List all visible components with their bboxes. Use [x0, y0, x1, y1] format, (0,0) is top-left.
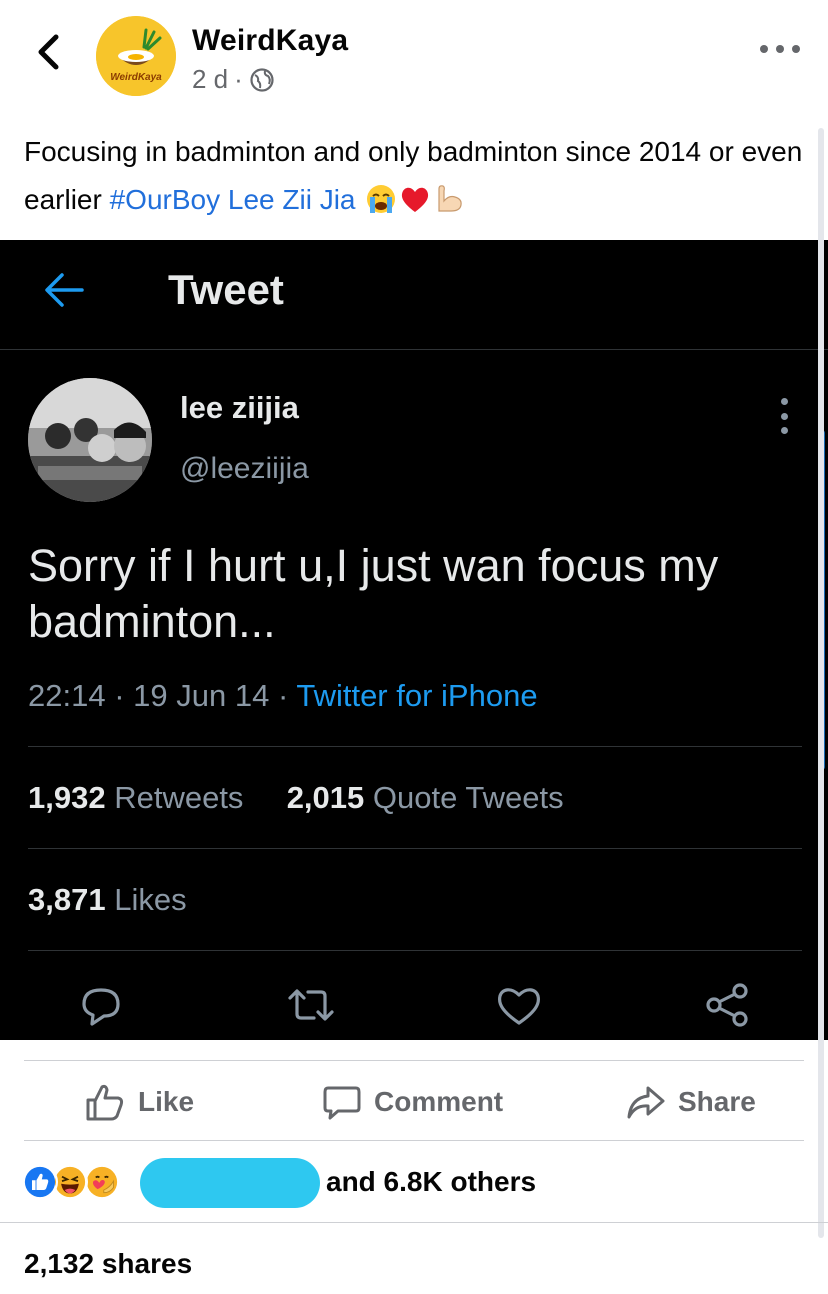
avatar-photo: [28, 378, 152, 502]
page-avatar[interactable]: WeirdKaya: [96, 16, 176, 96]
shares-divider: [0, 1222, 828, 1223]
tweet-action-bar: [0, 980, 828, 1040]
retweet-icon: [288, 989, 334, 1021]
tweet-screen-title: Tweet: [168, 266, 284, 313]
more-options-button[interactable]: [760, 34, 800, 64]
thumbs-up-icon: [86, 1084, 124, 1121]
share-button[interactable]: Share: [626, 1080, 756, 1124]
kebab-dot: [780, 412, 788, 420]
tweet-divider: [28, 848, 802, 849]
arrow-left-icon: [45, 273, 84, 307]
page-name[interactable]: WeirdKaya: [192, 24, 348, 58]
retweets-count: 1,932: [28, 780, 106, 815]
tweet-author-avatar: [28, 378, 152, 502]
tweet-meta: 22:14 · 19 Jun 14 · Twitter for iPhone: [28, 678, 538, 714]
tweet-likes: 3,871 Likes: [28, 882, 187, 918]
tweet-handle: @leeziijia: [180, 452, 309, 485]
tweet-date: 19 Jun 14: [133, 678, 270, 713]
share-nodes-icon: [706, 983, 748, 1027]
like-label: Like: [138, 1086, 195, 1117]
hashtag-link[interactable]: #OurBoy: [110, 184, 221, 215]
tweet-stats: 1,932 Retweets 2,015 Quote Tweets: [28, 780, 564, 816]
chevron-left-icon: [38, 34, 59, 70]
quotes-count: 2,015: [286, 780, 365, 815]
tweet-top-bar: Tweet: [0, 240, 828, 350]
kebab-dot: [780, 398, 788, 405]
post-meta: 2 d ·: [192, 64, 275, 95]
comment-bubble-icon: [323, 1086, 361, 1120]
weirdkaya-logo: WeirdKaya: [96, 16, 176, 96]
red-heart-emoji-icon: [402, 187, 429, 212]
heart-icon: [497, 988, 541, 1025]
tweet-body: Sorry if I hurt u,I just wan focus my ba…: [28, 540, 719, 647]
tweet-screenshot-image[interactable]: Tweet lee ziijia @leeziijia Sorry if I h…: [0, 240, 828, 1040]
shares-count[interactable]: 2,132 shares: [24, 1248, 192, 1280]
more-dot: [792, 45, 800, 53]
action-divider: [24, 1060, 804, 1061]
kebab-dot: [780, 427, 788, 434]
comment-button[interactable]: Comment: [322, 1080, 503, 1124]
post-action-bar: Like Comment Share: [0, 1062, 828, 1140]
comment-label: Comment: [374, 1086, 504, 1117]
redacted-names-overlay: [140, 1158, 320, 1208]
back-button[interactable]: [30, 32, 66, 72]
retweets-label: Retweets: [114, 780, 244, 815]
tweet-divider: [28, 746, 802, 747]
care-reaction-icon: [84, 1164, 120, 1200]
likes-label: Likes: [114, 882, 187, 917]
tweet-meta-dot: ·: [114, 678, 125, 713]
tweet-more-icon: [776, 398, 792, 434]
tweet-time: 22:14: [28, 678, 106, 713]
tweet-divider: [28, 950, 802, 951]
reply-icon: [82, 988, 120, 1026]
share-label: Share: [678, 1086, 756, 1117]
post-time[interactable]: 2 d: [192, 64, 228, 95]
reactions-summary[interactable]: and 6.8K others: [22, 1158, 722, 1208]
tweet-meta-dot: ·: [277, 678, 289, 713]
likes-count: 3,871: [28, 882, 106, 917]
globe-icon: [250, 67, 274, 92]
post-header: WeirdKaya WeirdKaya 2 d ·: [0, 0, 828, 110]
mention-link[interactable]: Lee Zii Jia: [220, 184, 356, 215]
more-dot: [760, 45, 768, 53]
post-caption: Focusing in badminton and only badminton…: [24, 128, 804, 224]
tweet-source: Twitter for iPhone: [296, 678, 538, 713]
share-arrow-icon: [627, 1086, 665, 1119]
action-divider: [24, 1140, 804, 1141]
logo-text: WeirdKaya: [110, 72, 162, 83]
quotes-label: Quote Tweets: [372, 780, 564, 815]
like-button[interactable]: Like: [84, 1080, 194, 1124]
tweet-display-name: lee ziijia: [180, 390, 299, 425]
flexed-biceps-emoji-icon: [438, 185, 463, 212]
more-dot: [776, 45, 784, 53]
reactions-count-text[interactable]: and 6.8K others: [326, 1166, 536, 1198]
meta-separator: ·: [234, 64, 243, 94]
like-reaction-icon: [22, 1164, 58, 1200]
crying-face-emoji-icon: [367, 185, 396, 213]
